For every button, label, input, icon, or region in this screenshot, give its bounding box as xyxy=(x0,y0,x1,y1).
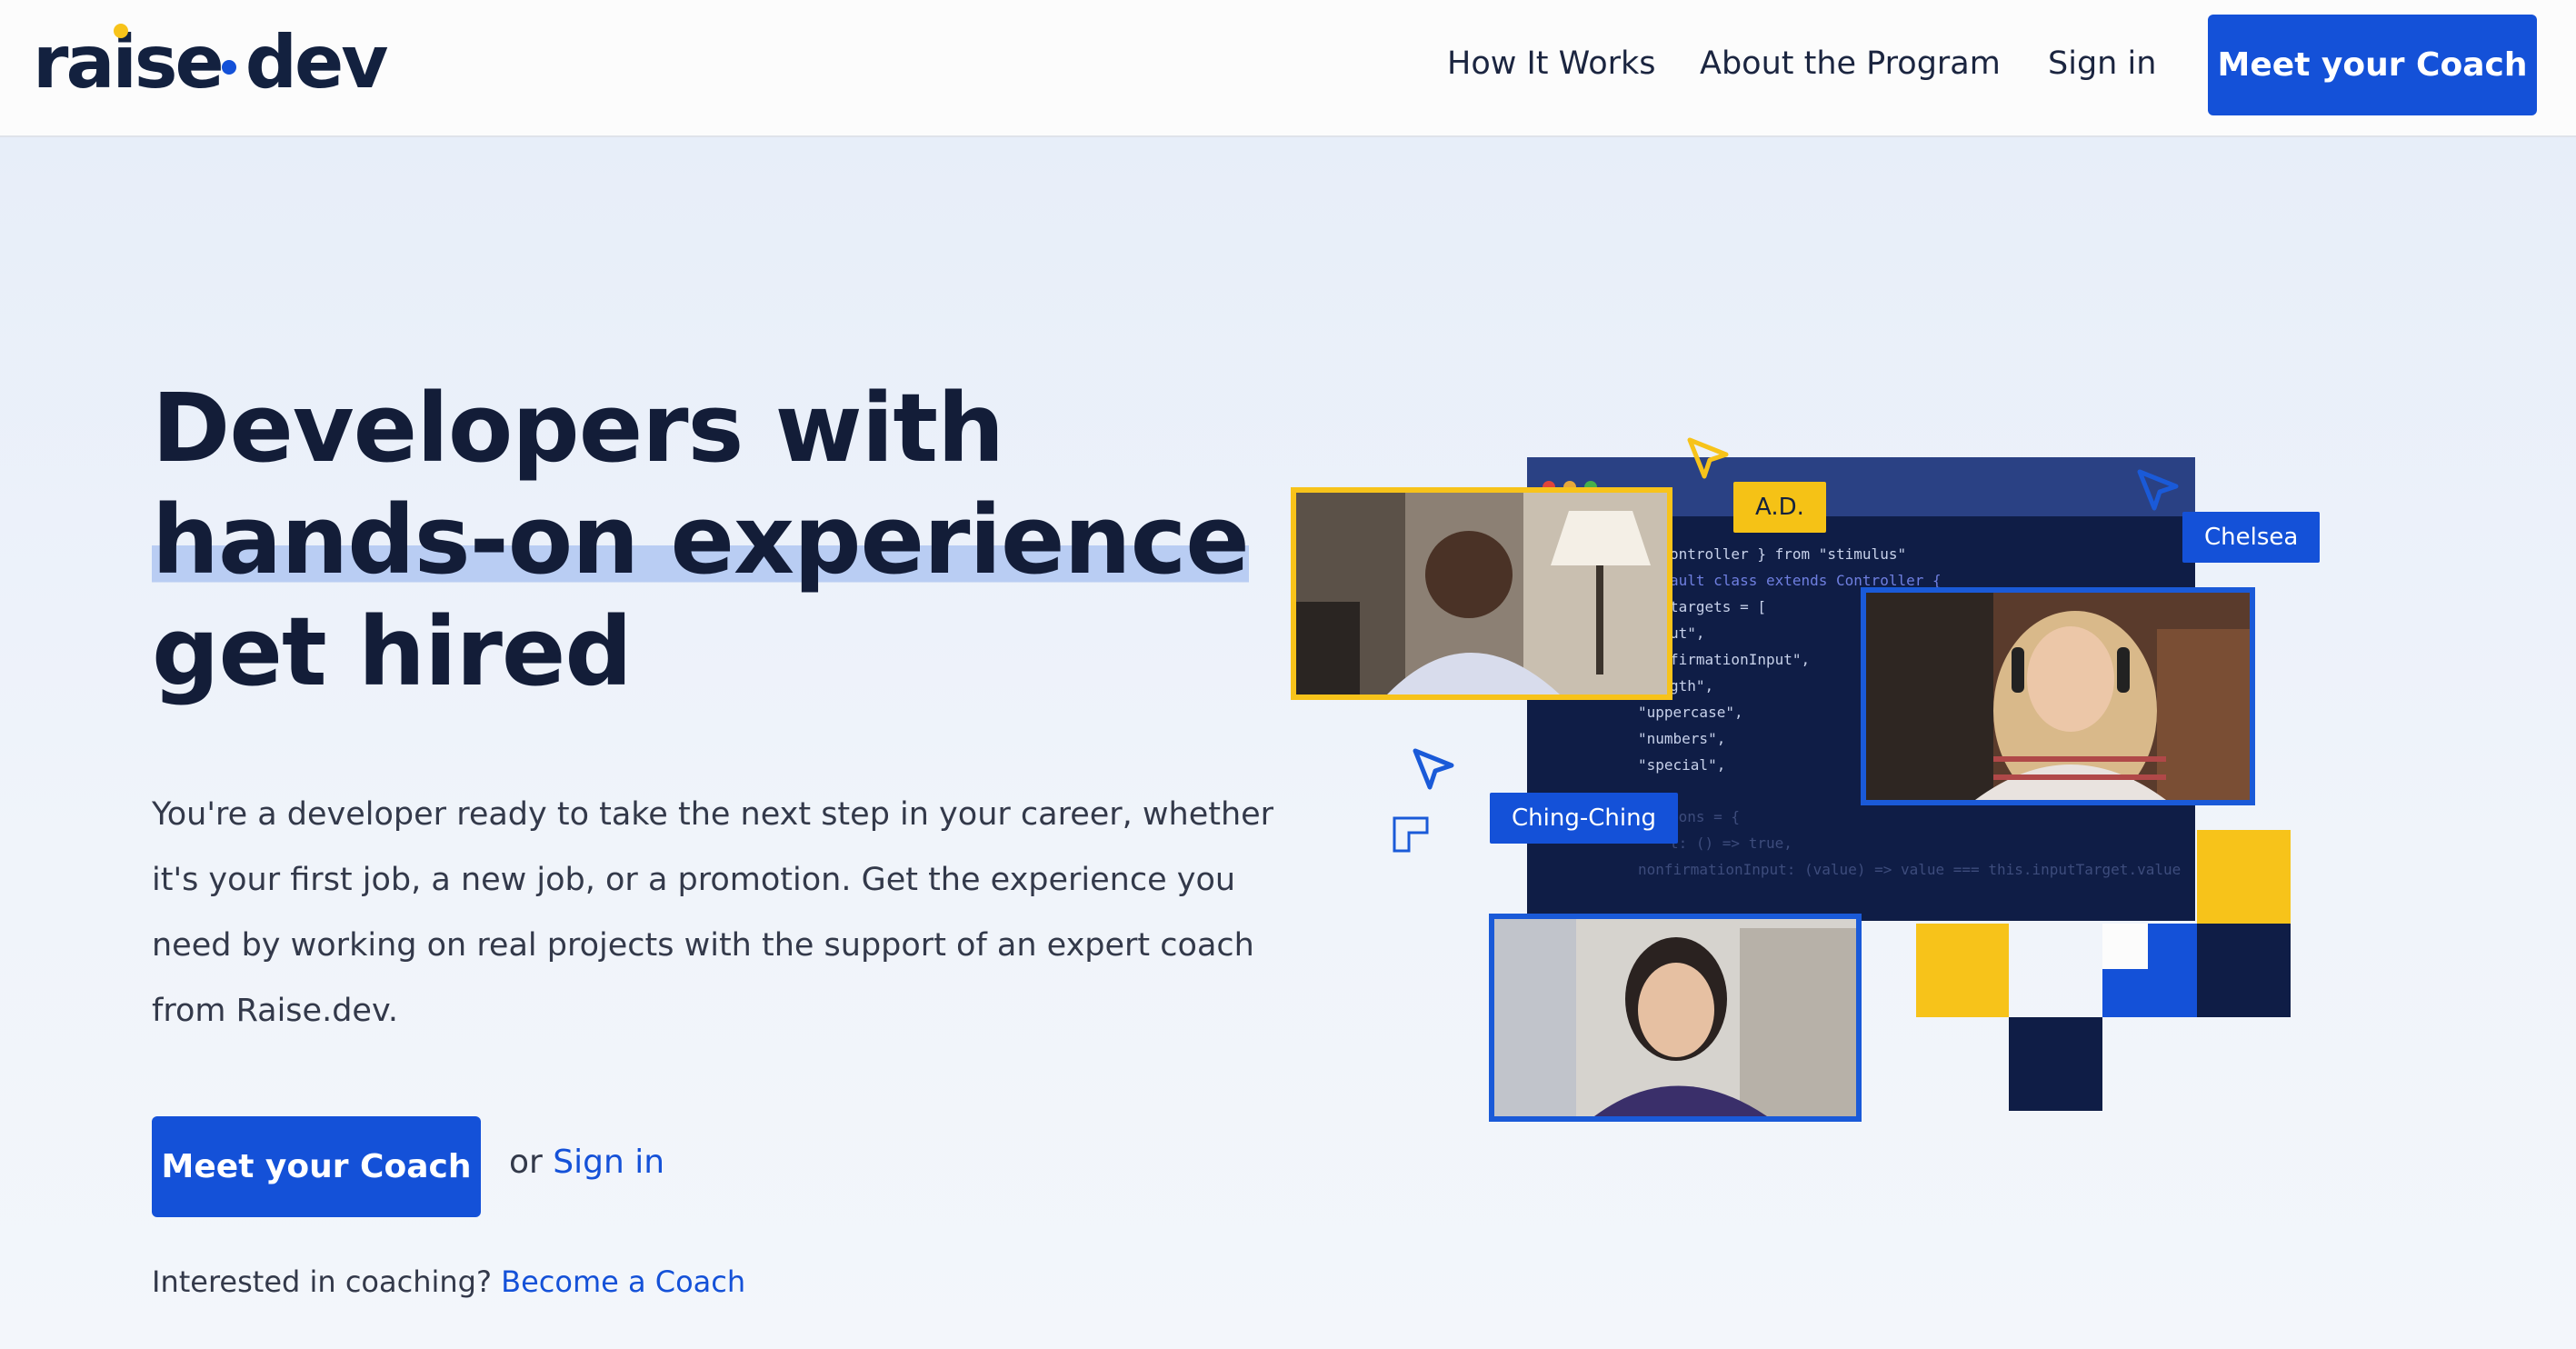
code-line: "numbers", xyxy=(1638,730,1726,747)
corner-bracket-icon xyxy=(1393,816,1429,853)
become-coach-line: Interested in coaching? Become a Coach xyxy=(152,1264,745,1299)
header-meet-your-coach-button[interactable]: Meet your Coach xyxy=(2208,15,2537,115)
decor-yellow-square xyxy=(1916,924,2009,1017)
headline-line-2-highlighted: hands-on experience xyxy=(152,485,1288,596)
headline-line-3: get hired xyxy=(152,596,633,707)
hero-description: You're a developer ready to take the nex… xyxy=(152,796,1274,1029)
decor-navy-square xyxy=(2197,924,2291,1017)
decor-white-notch xyxy=(2102,924,2148,969)
video-tile-ching-ching xyxy=(1489,914,1862,1122)
code-line: firmationInput", xyxy=(1670,651,1811,668)
headline-highlight-text: hands-on experience xyxy=(152,485,1250,595)
coaching-prompt: Interested in coaching? xyxy=(152,1264,492,1299)
cursor-arrow-icon xyxy=(1687,437,1729,479)
video-tile-ad xyxy=(1291,487,1672,700)
hero-meet-your-coach-button[interactable]: Meet your Coach xyxy=(152,1116,481,1217)
or-sign-in-line: or Sign in xyxy=(509,1144,664,1181)
nav-how-it-works[interactable]: How It Works xyxy=(1447,42,1656,85)
code-line: targets = [ xyxy=(1670,598,1766,615)
code-line: ontroller } from "stimulus" xyxy=(1670,545,1907,563)
nav-about-the-program[interactable]: About the Program xyxy=(1700,42,2001,85)
logo-text-dev: dev xyxy=(245,20,389,105)
hero-sign-in-link[interactable]: Sign in xyxy=(553,1144,664,1181)
raise-dev-logo[interactable]: raise dev xyxy=(33,20,389,105)
video-feed-chelsea xyxy=(1866,593,2250,800)
headline-line-1: Developers with xyxy=(152,373,1004,484)
code-line: t: () => true, xyxy=(1670,834,1792,852)
video-feed-ad xyxy=(1296,493,1667,694)
name-tag-chelsea: Chelsea xyxy=(2182,512,2321,563)
nav-sign-in[interactable]: Sign in xyxy=(2048,42,2156,85)
code-line: ions = { xyxy=(1670,808,1741,825)
top-navigation-bar: raise dev How It Works About the Program … xyxy=(0,0,2576,137)
become-a-coach-link[interactable]: Become a Coach xyxy=(501,1264,745,1299)
code-line: "special", xyxy=(1638,756,1726,774)
decor-navy-square xyxy=(2009,1017,2102,1111)
name-tag-ad: A.D. xyxy=(1733,482,1826,533)
cursor-arrow-icon xyxy=(2137,469,2179,511)
name-tag-ching-ching: Ching-Ching xyxy=(1490,793,1679,844)
or-label: or xyxy=(509,1144,543,1181)
video-feed-ching-ching xyxy=(1494,919,1856,1116)
code-line: nonfirmationInput: (value) => value === … xyxy=(1638,861,2182,878)
code-line: ut", xyxy=(1670,625,1705,642)
hero-headline: Developers with hands-on experience get … xyxy=(152,373,1288,708)
decor-yellow-square xyxy=(2197,830,2291,924)
logo-yellow-dot xyxy=(114,24,128,38)
code-line: gth", xyxy=(1670,677,1714,694)
cursor-arrow-icon xyxy=(1413,748,1454,790)
video-tile-chelsea xyxy=(1861,587,2255,805)
code-line: "uppercase", xyxy=(1638,704,1743,721)
